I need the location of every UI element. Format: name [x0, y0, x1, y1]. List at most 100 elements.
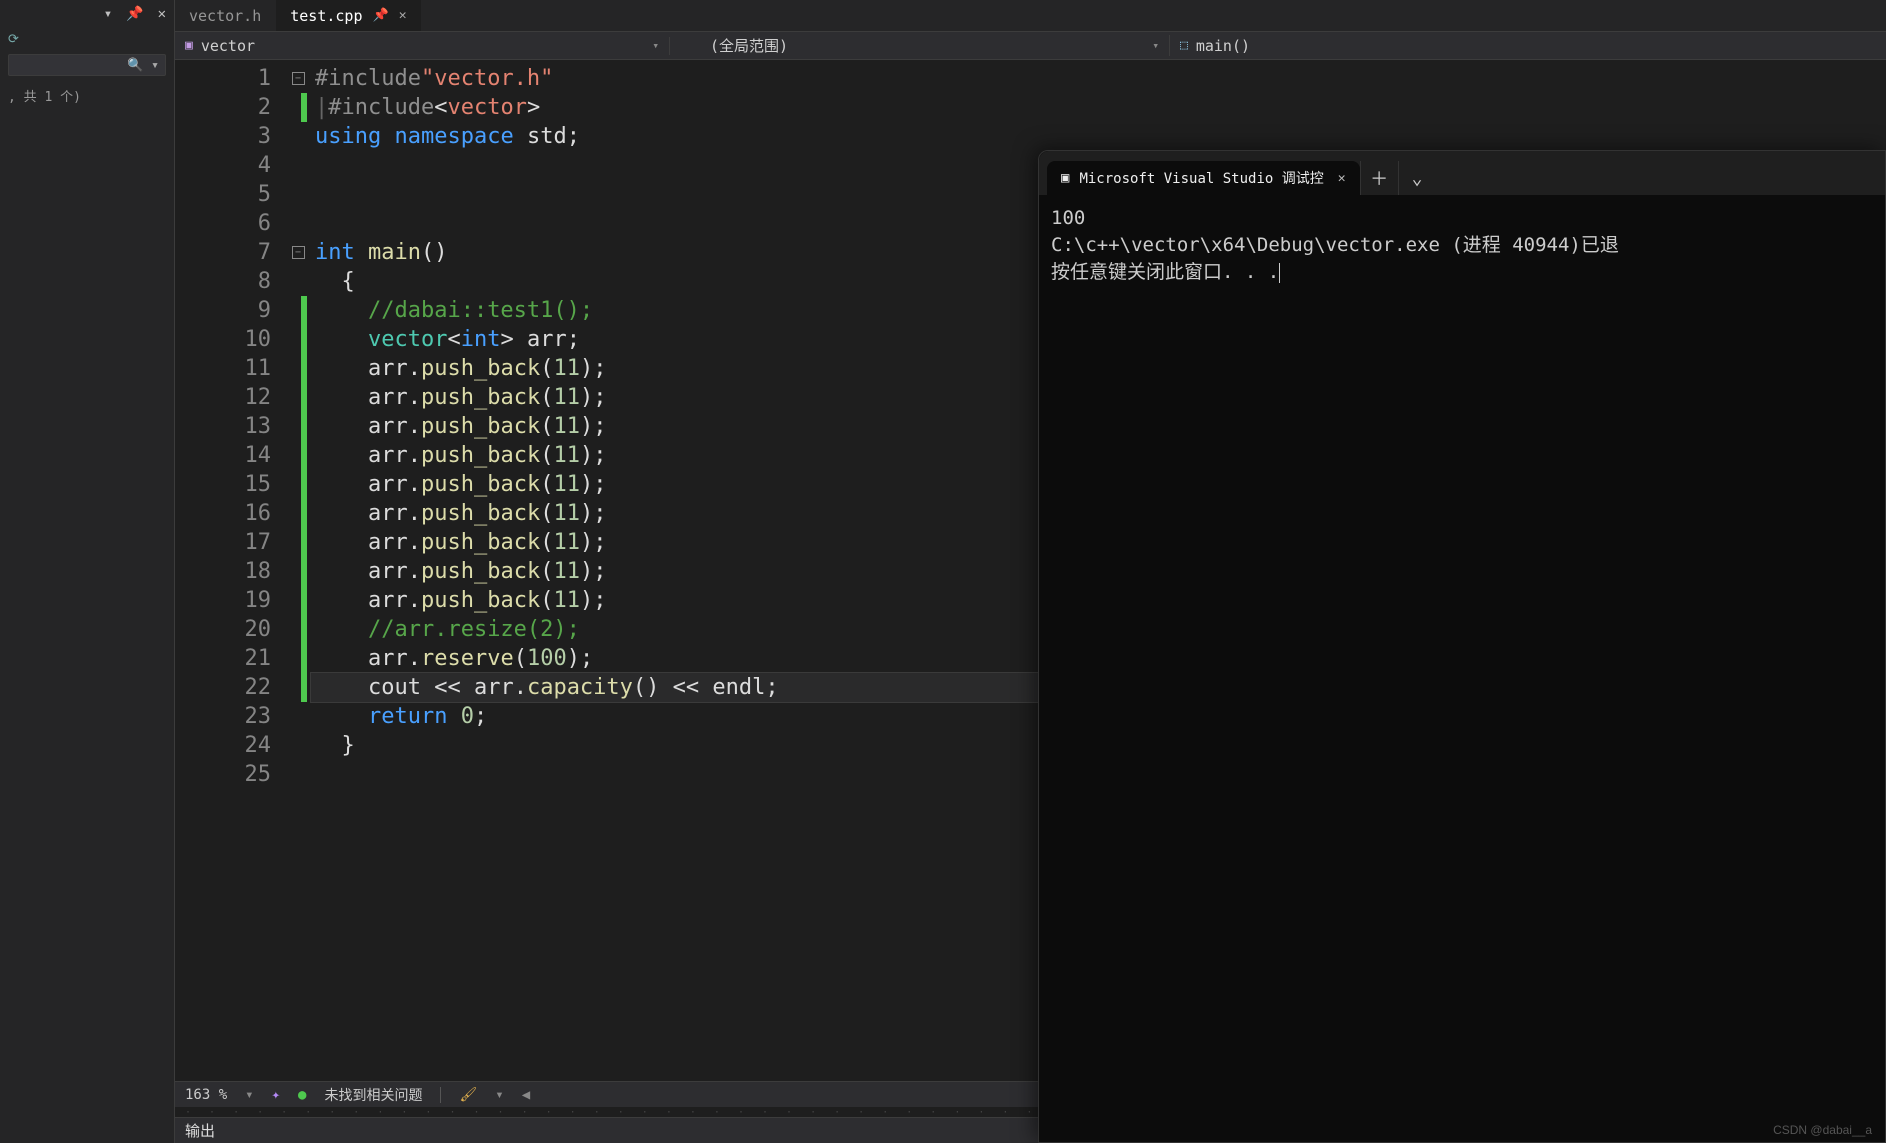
fold-toggle: [285, 528, 311, 557]
line-number: 2: [175, 93, 271, 122]
line-number: 8: [175, 267, 271, 296]
fold-toggle: [285, 441, 311, 470]
fold-toggle: [285, 296, 311, 325]
line-number: 22: [175, 673, 271, 702]
tab-test-cpp[interactable]: test.cpp 📌 ✕: [276, 0, 421, 31]
fold-toggle: [285, 267, 311, 296]
tab-menu-button[interactable]: ⌄: [1398, 161, 1436, 195]
console-line: 按任意键关闭此窗口. . .: [1051, 259, 1873, 286]
line-number: 3: [175, 122, 271, 151]
panel-titlebar: ▾ 📌 ✕: [0, 0, 174, 28]
console-line: 100: [1051, 205, 1873, 232]
line-number-gutter: 1234567891011121314151617181920212223242…: [175, 60, 285, 1081]
close-icon[interactable]: ✕: [158, 6, 166, 22]
fold-toggle[interactable]: −: [285, 64, 311, 93]
fold-toggle: [285, 383, 311, 412]
line-number: 19: [175, 586, 271, 615]
panel-toolbar: ⟳: [0, 28, 174, 50]
fold-toggle: [285, 122, 311, 151]
fold-toggle: [285, 412, 311, 441]
console-tab[interactable]: ▣ Microsoft Visual Studio 调试控 ✕: [1047, 161, 1360, 195]
code-line[interactable]: #include"vector.h": [311, 64, 1886, 93]
watermark: CSDN @dabai__a: [1773, 1123, 1872, 1137]
nav-label: vector: [201, 37, 255, 55]
fold-toggle: [285, 760, 311, 789]
line-number: 13: [175, 412, 271, 441]
fold-toggle: [285, 731, 311, 760]
tab-vector-h[interactable]: vector.h: [175, 0, 276, 31]
sync-icon[interactable]: ⟳: [8, 32, 22, 46]
fold-toggle: [285, 209, 311, 238]
chevron-down-icon: ▾: [652, 39, 659, 52]
fold-toggle: [285, 499, 311, 528]
console-output[interactable]: 100C:\c++\vector\x64\Debug\vector.exe (进…: [1039, 195, 1885, 1142]
line-number: 15: [175, 470, 271, 499]
chevron-down-icon[interactable]: ▾: [104, 6, 112, 22]
close-icon[interactable]: ✕: [399, 8, 407, 23]
new-tab-button[interactable]: ＋: [1360, 161, 1398, 195]
nav-scope-file[interactable]: (全局范围) ▾: [700, 35, 1170, 56]
fold-margin: −−: [285, 60, 311, 1081]
fold-toggle: [285, 615, 311, 644]
console-line: C:\c++\vector\x64\Debug\vector.exe (进程 4…: [1051, 232, 1873, 259]
fold-toggle: [285, 93, 311, 122]
panel-search-row: 🔍 ▾: [0, 50, 174, 80]
fold-toggle: [285, 470, 311, 499]
fold-toggle: [285, 586, 311, 615]
scroll-left-icon[interactable]: ◀: [522, 1087, 530, 1103]
search-icon: 🔍 ▾: [127, 58, 159, 73]
nav-label: (全局范围): [710, 35, 788, 56]
navigation-bar: ▣ vector ▾ (全局范围) ▾ ⬚ main(): [175, 32, 1886, 60]
line-number: 10: [175, 325, 271, 354]
chevron-down-icon: ▾: [1152, 39, 1159, 52]
fold-toggle: [285, 325, 311, 354]
fold-toggle: [285, 673, 311, 702]
line-number: 7: [175, 238, 271, 267]
pin-icon[interactable]: 📌: [373, 8, 389, 23]
line-number: 9: [175, 296, 271, 325]
close-icon[interactable]: ✕: [1338, 171, 1346, 186]
brush-icon[interactable]: 🖌: [459, 1087, 477, 1103]
line-number: 17: [175, 528, 271, 557]
output-label: 输出: [185, 1120, 215, 1141]
project-icon: ▣: [185, 38, 193, 53]
line-number: 1: [175, 64, 271, 93]
wand-icon[interactable]: ✦: [272, 1087, 280, 1103]
line-number: 16: [175, 499, 271, 528]
line-number: 23: [175, 702, 271, 731]
pin-icon[interactable]: 📌: [126, 6, 143, 22]
line-number: 11: [175, 354, 271, 383]
tab-label: vector.h: [189, 7, 261, 25]
nav-label: main(): [1196, 37, 1250, 55]
line-number: 14: [175, 441, 271, 470]
fold-toggle: [285, 644, 311, 673]
solution-explorer-panel: ▾ 📌 ✕ ⟳ 🔍 ▾ , 共 1 个): [0, 0, 175, 1143]
tab-label: test.cpp: [290, 7, 362, 25]
fold-toggle: [285, 151, 311, 180]
terminal-icon: ▣: [1061, 170, 1069, 186]
document-tabs: vector.h test.cpp 📌 ✕: [175, 0, 1886, 32]
debug-console-window: ▣ Microsoft Visual Studio 调试控 ✕ ＋ ⌄ 100C…: [1038, 150, 1886, 1143]
code-line[interactable]: using namespace std;: [311, 122, 1886, 151]
issues-label[interactable]: 未找到相关问题: [324, 1085, 422, 1105]
line-number: 21: [175, 644, 271, 673]
line-number: 25: [175, 760, 271, 789]
line-number: 5: [175, 180, 271, 209]
code-line[interactable]: |#include<vector>: [311, 93, 1886, 122]
fold-toggle: [285, 354, 311, 383]
fold-toggle: [285, 180, 311, 209]
line-number: 4: [175, 151, 271, 180]
nav-scope-function[interactable]: ⬚ main(): [1170, 37, 1886, 55]
fold-toggle: [285, 557, 311, 586]
fold-toggle[interactable]: −: [285, 238, 311, 267]
status-ok-icon: ●: [298, 1087, 306, 1103]
line-number: 12: [175, 383, 271, 412]
divider: [440, 1087, 441, 1103]
fold-toggle: [285, 702, 311, 731]
nav-scope-project[interactable]: ▣ vector ▾: [175, 37, 670, 55]
console-titlebar: ▣ Microsoft Visual Studio 调试控 ✕ ＋ ⌄: [1039, 151, 1885, 195]
line-number: 6: [175, 209, 271, 238]
search-input[interactable]: 🔍 ▾: [8, 54, 166, 76]
zoom-level[interactable]: 163 %: [185, 1087, 227, 1103]
line-number: 24: [175, 731, 271, 760]
